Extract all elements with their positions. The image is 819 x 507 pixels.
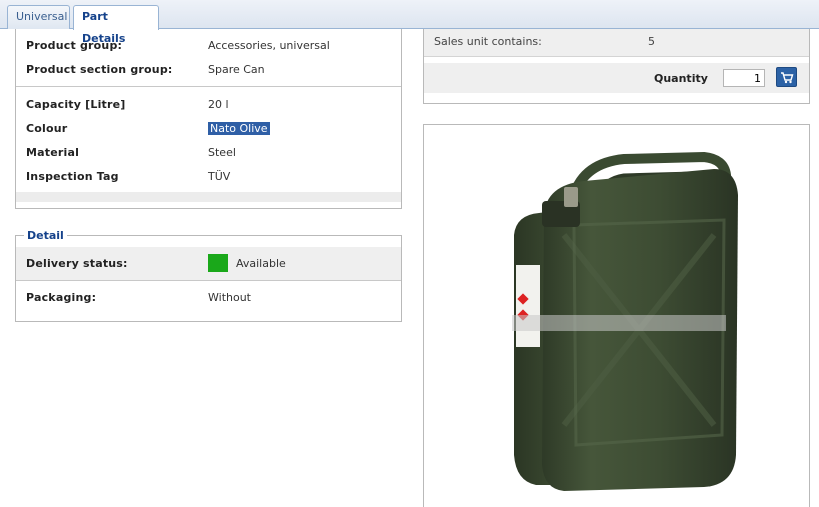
detail-legend: Detail <box>24 229 67 242</box>
sales-unit-row: Sales unit contains: 5 <box>424 29 809 57</box>
quantity-input[interactable] <box>723 69 765 87</box>
tab-bar: Universal Part Details <box>0 0 819 45</box>
attr-value: TÜV <box>208 170 231 183</box>
attr-value: Steel <box>208 146 236 159</box>
packaging-label: Packaging: <box>26 291 97 304</box>
attr-row-product-section-group: Product section group: Spare Can <box>26 60 396 80</box>
attr-value-wrap: Nato Olive <box>208 119 270 139</box>
detail-panel: Delivery status: Available Packaging: Wi… <box>15 235 402 322</box>
cart-icon <box>781 72 794 84</box>
attr-label: Colour <box>26 122 68 135</box>
packaging-value: Without <box>208 291 251 304</box>
attr-row-inspection-tag: Inspection Tag TÜV <box>26 167 396 187</box>
attr-value: Spare Can <box>208 63 265 76</box>
attr-label: Product section group: <box>26 63 173 76</box>
status-indicator-icon <box>208 254 228 272</box>
attributes-panel: Product group: Accessories, universal Pr… <box>15 29 402 209</box>
sales-unit-value: 5 <box>648 35 655 48</box>
sales-unit-label: Sales unit contains: <box>434 35 542 48</box>
delivery-status-label: Delivery status: <box>26 257 128 270</box>
attr-label: Inspection Tag <box>26 170 119 183</box>
attr-row-colour: Colour Nato Olive <box>26 119 396 139</box>
panel-footer-bar <box>16 192 401 202</box>
quantity-label: Quantity <box>654 72 708 85</box>
attr-row-capacity: Capacity [Litre] 20 l <box>26 95 396 115</box>
attr-label: Material <box>26 146 80 159</box>
attr-value: 20 l <box>208 98 229 111</box>
sales-panel: Sales unit contains: 5 Quantity <box>423 29 810 104</box>
delivery-status-row: Delivery status: Available <box>16 247 401 281</box>
add-to-cart-button[interactable] <box>776 67 797 87</box>
tab-part-details[interactable]: Part Details <box>73 5 159 45</box>
attr-value-selected[interactable]: Nato Olive <box>208 122 270 135</box>
divider <box>16 86 401 87</box>
packaging-row: Packaging: Without <box>16 291 401 311</box>
attr-value: Accessories, universal <box>208 39 330 52</box>
attr-row-material: Material Steel <box>26 143 396 163</box>
tab-universal[interactable]: Universal <box>7 5 70 29</box>
attr-label: Capacity [Litre] <box>26 98 126 111</box>
jerry-can-image <box>512 151 738 491</box>
delivery-status-value: Available <box>236 257 286 270</box>
product-image-panel <box>423 124 810 507</box>
